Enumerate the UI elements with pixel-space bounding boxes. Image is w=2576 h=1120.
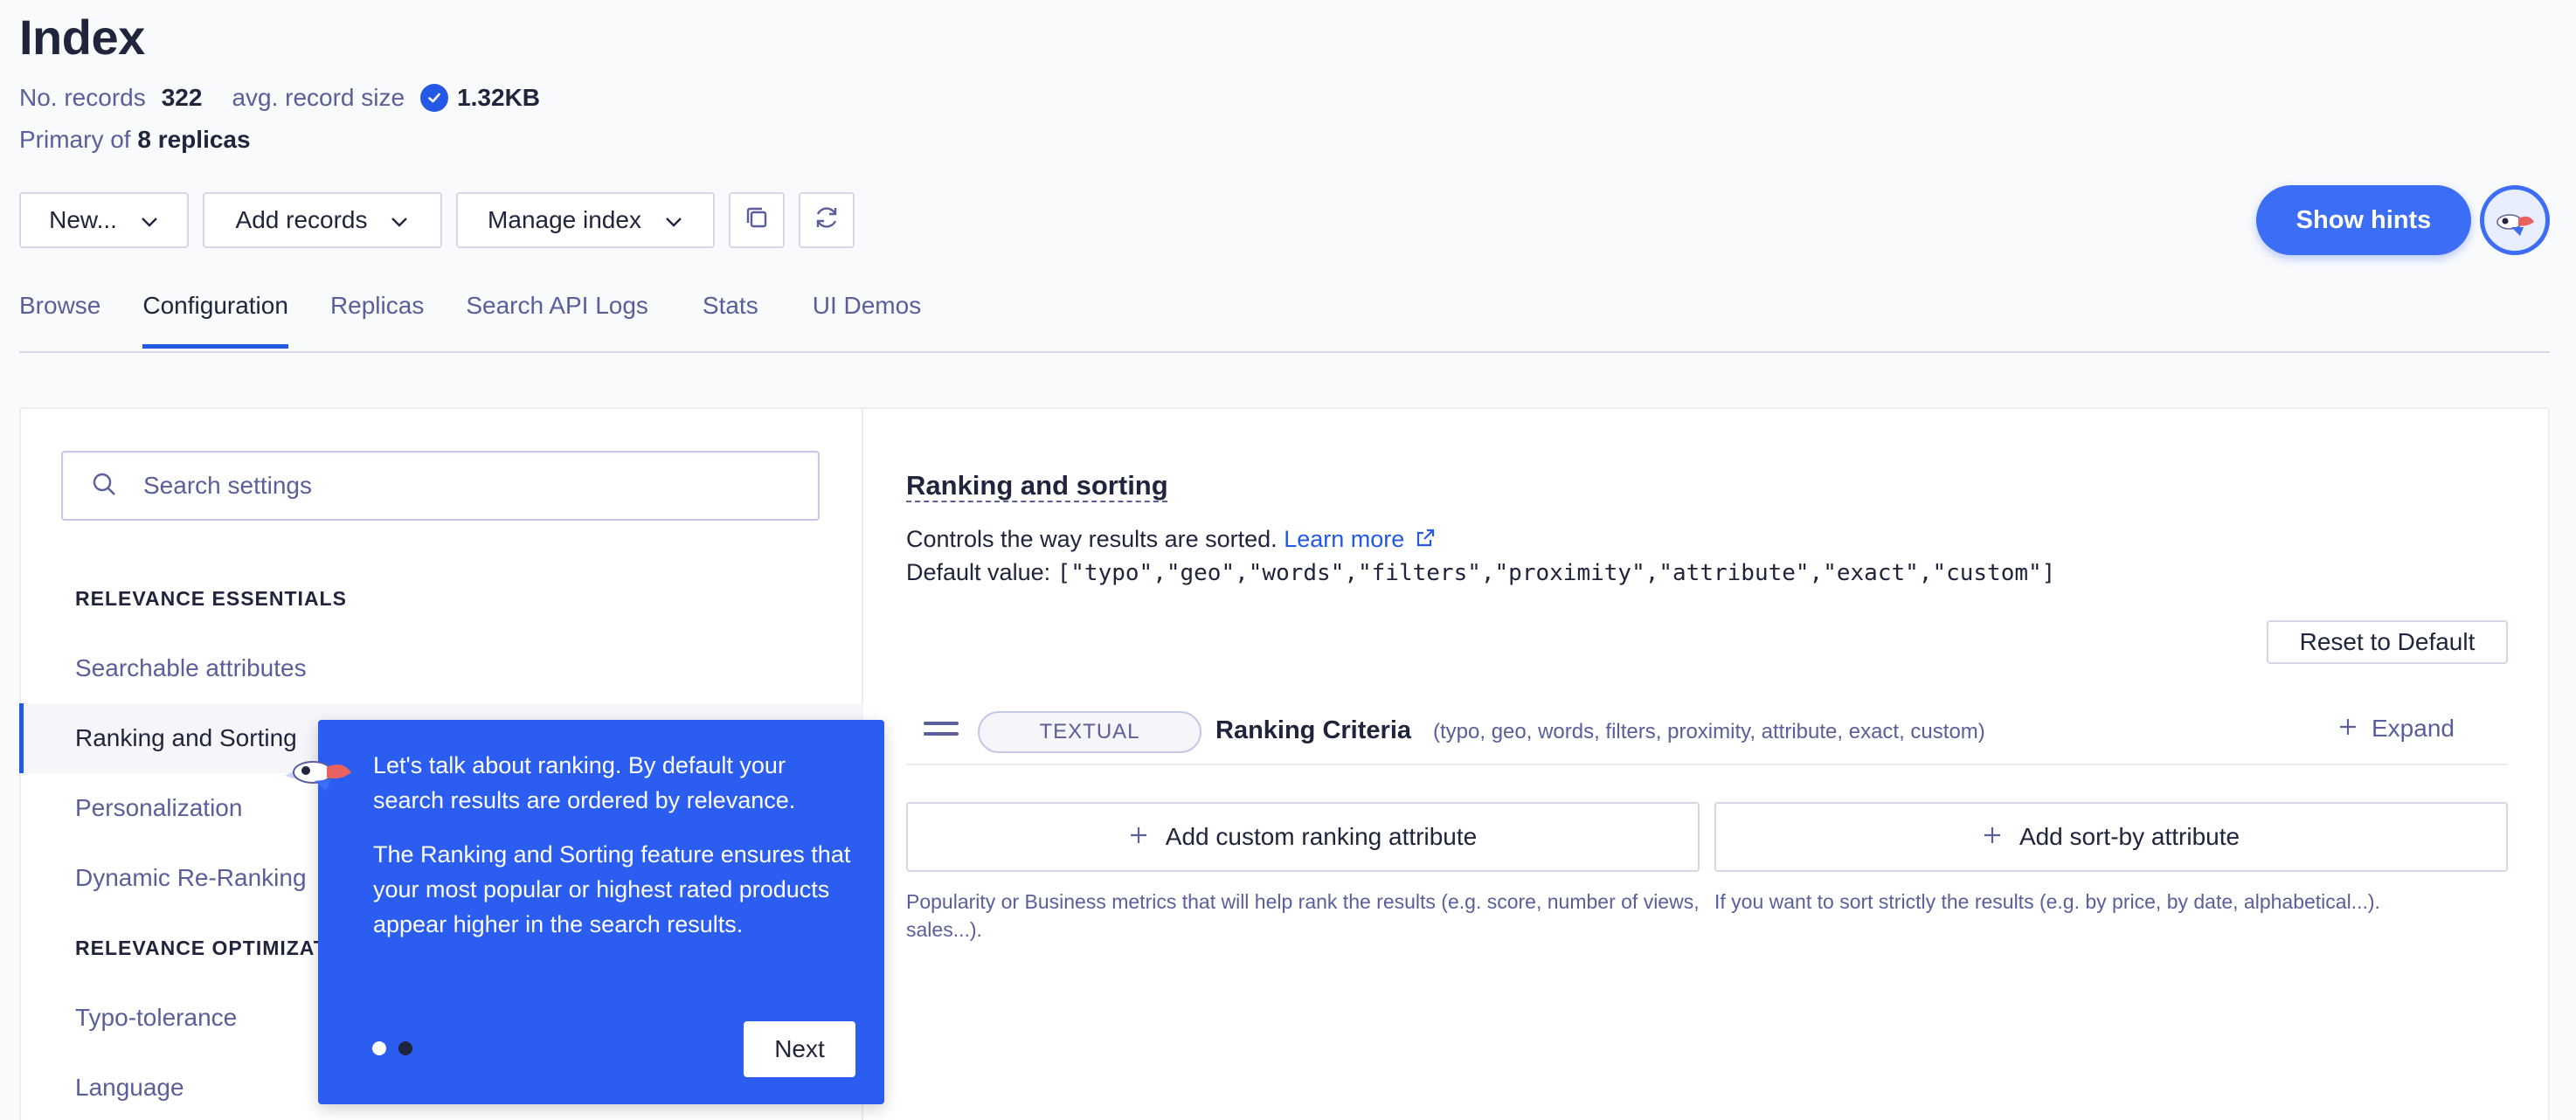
section-relevance-essentials: RELEVANCE ESSENTIALS xyxy=(75,587,347,610)
plus-icon xyxy=(1129,823,1148,851)
page-title: Index xyxy=(19,10,145,65)
expand-button[interactable]: Expand xyxy=(2338,715,2455,743)
next-button[interactable]: Next xyxy=(744,1021,855,1077)
step-dot-active xyxy=(372,1041,386,1055)
external-link-icon xyxy=(1416,529,1434,547)
refresh-button[interactable] xyxy=(799,192,855,248)
add-sort-by-button[interactable]: Add sort-by attribute xyxy=(1714,802,2508,872)
chevron-down-icon xyxy=(664,206,683,234)
add-records-label: Add records xyxy=(235,206,368,233)
sort-by-help: If you want to sort strictly the results… xyxy=(1714,890,2380,913)
primary-of-replicas: Primary of 8 replicas xyxy=(19,126,251,154)
index-tabs: Browse Configuration Replicas Search API… xyxy=(19,292,921,349)
learn-more-label: Learn more xyxy=(1284,526,1405,552)
textual-badge: TEXTUAL xyxy=(978,711,1201,753)
new-label: New... xyxy=(49,206,117,233)
default-value: Default value: ["typo","geo","words","fi… xyxy=(906,559,2055,586)
replicas-link[interactable]: 8 replicas xyxy=(137,126,250,153)
default-value-code: ["typo","geo","words","filters","proximi… xyxy=(1056,560,2056,586)
show-hints-button[interactable]: Show hints xyxy=(2256,185,2471,255)
tab-replicas[interactable]: Replicas xyxy=(330,292,424,349)
records-label: No. records xyxy=(19,84,146,111)
primary-prefix: Primary of xyxy=(19,126,131,153)
tooltip-paragraph-1: Let's talk about ranking. By default you… xyxy=(373,752,796,813)
section-title: Ranking and sorting xyxy=(906,470,1168,501)
rocket-icon xyxy=(280,741,355,793)
tab-configuration[interactable]: Configuration xyxy=(142,292,288,349)
check-circle-icon xyxy=(420,84,449,112)
tooltip-paragraph-2: The Ranking and Sorting feature ensures … xyxy=(373,841,851,937)
section-description: Controls the way results are sorted. Lea… xyxy=(906,526,1436,553)
chevron-down-icon xyxy=(390,206,409,234)
add-custom-label: Add custom ranking attribute xyxy=(1165,823,1478,850)
new-dropdown-button[interactable]: New... xyxy=(19,192,189,248)
manage-index-dropdown-button[interactable]: Manage index xyxy=(456,192,715,248)
records-value: 322 xyxy=(161,84,203,111)
avg-size-label: avg. record size xyxy=(232,84,405,111)
rocket-icon xyxy=(2496,214,2534,236)
search-icon xyxy=(91,471,117,501)
learn-more-link[interactable]: Learn more xyxy=(1284,526,1436,552)
index-stats: No. records 322 avg. record size 1.32KB xyxy=(19,84,540,112)
avatar[interactable] xyxy=(2480,185,2550,255)
manage-index-label: Manage index xyxy=(488,206,641,233)
avg-size-value: 1.32KB xyxy=(457,84,541,111)
default-value-label: Default value: xyxy=(906,559,1051,585)
expand-label: Expand xyxy=(2372,715,2455,742)
ranking-criteria-list: (typo, geo, words, filters, proximity, a… xyxy=(1433,720,1985,743)
settings-search[interactable] xyxy=(61,451,820,521)
tooltip-body: Let's talk about ranking. By default you… xyxy=(373,748,862,942)
search-settings-input[interactable] xyxy=(143,472,807,500)
description-text: Controls the way results are sorted. xyxy=(906,526,1278,552)
sidebar-item-searchable-attributes[interactable]: Searchable attributes xyxy=(19,633,863,703)
reset-to-default-button[interactable]: Reset to Default xyxy=(2267,620,2508,664)
tab-search-api-logs[interactable]: Search API Logs xyxy=(466,292,648,349)
tab-ui-demos[interactable]: UI Demos xyxy=(813,292,921,349)
tab-browse[interactable]: Browse xyxy=(19,292,100,349)
copy-icon xyxy=(744,204,770,237)
chevron-down-icon xyxy=(140,206,159,234)
add-records-dropdown-button[interactable]: Add records xyxy=(203,192,442,248)
drag-handle-icon[interactable] xyxy=(924,722,959,739)
tab-stats[interactable]: Stats xyxy=(703,292,758,349)
tabs-divider xyxy=(19,351,2550,353)
tooltip-step-indicator xyxy=(372,1041,412,1055)
add-sort-label: Add sort-by attribute xyxy=(2019,823,2240,850)
copy-button[interactable] xyxy=(729,192,785,248)
add-custom-ranking-button[interactable]: Add custom ranking attribute xyxy=(906,802,1700,872)
step-dot xyxy=(398,1041,412,1055)
plus-icon xyxy=(1983,823,2002,851)
refresh-icon xyxy=(813,204,841,238)
ranking-criteria-name: Ranking Criteria xyxy=(1215,716,1411,744)
custom-ranking-help: Popularity or Business metrics that will… xyxy=(906,890,1700,941)
plus-icon xyxy=(2338,715,2358,743)
